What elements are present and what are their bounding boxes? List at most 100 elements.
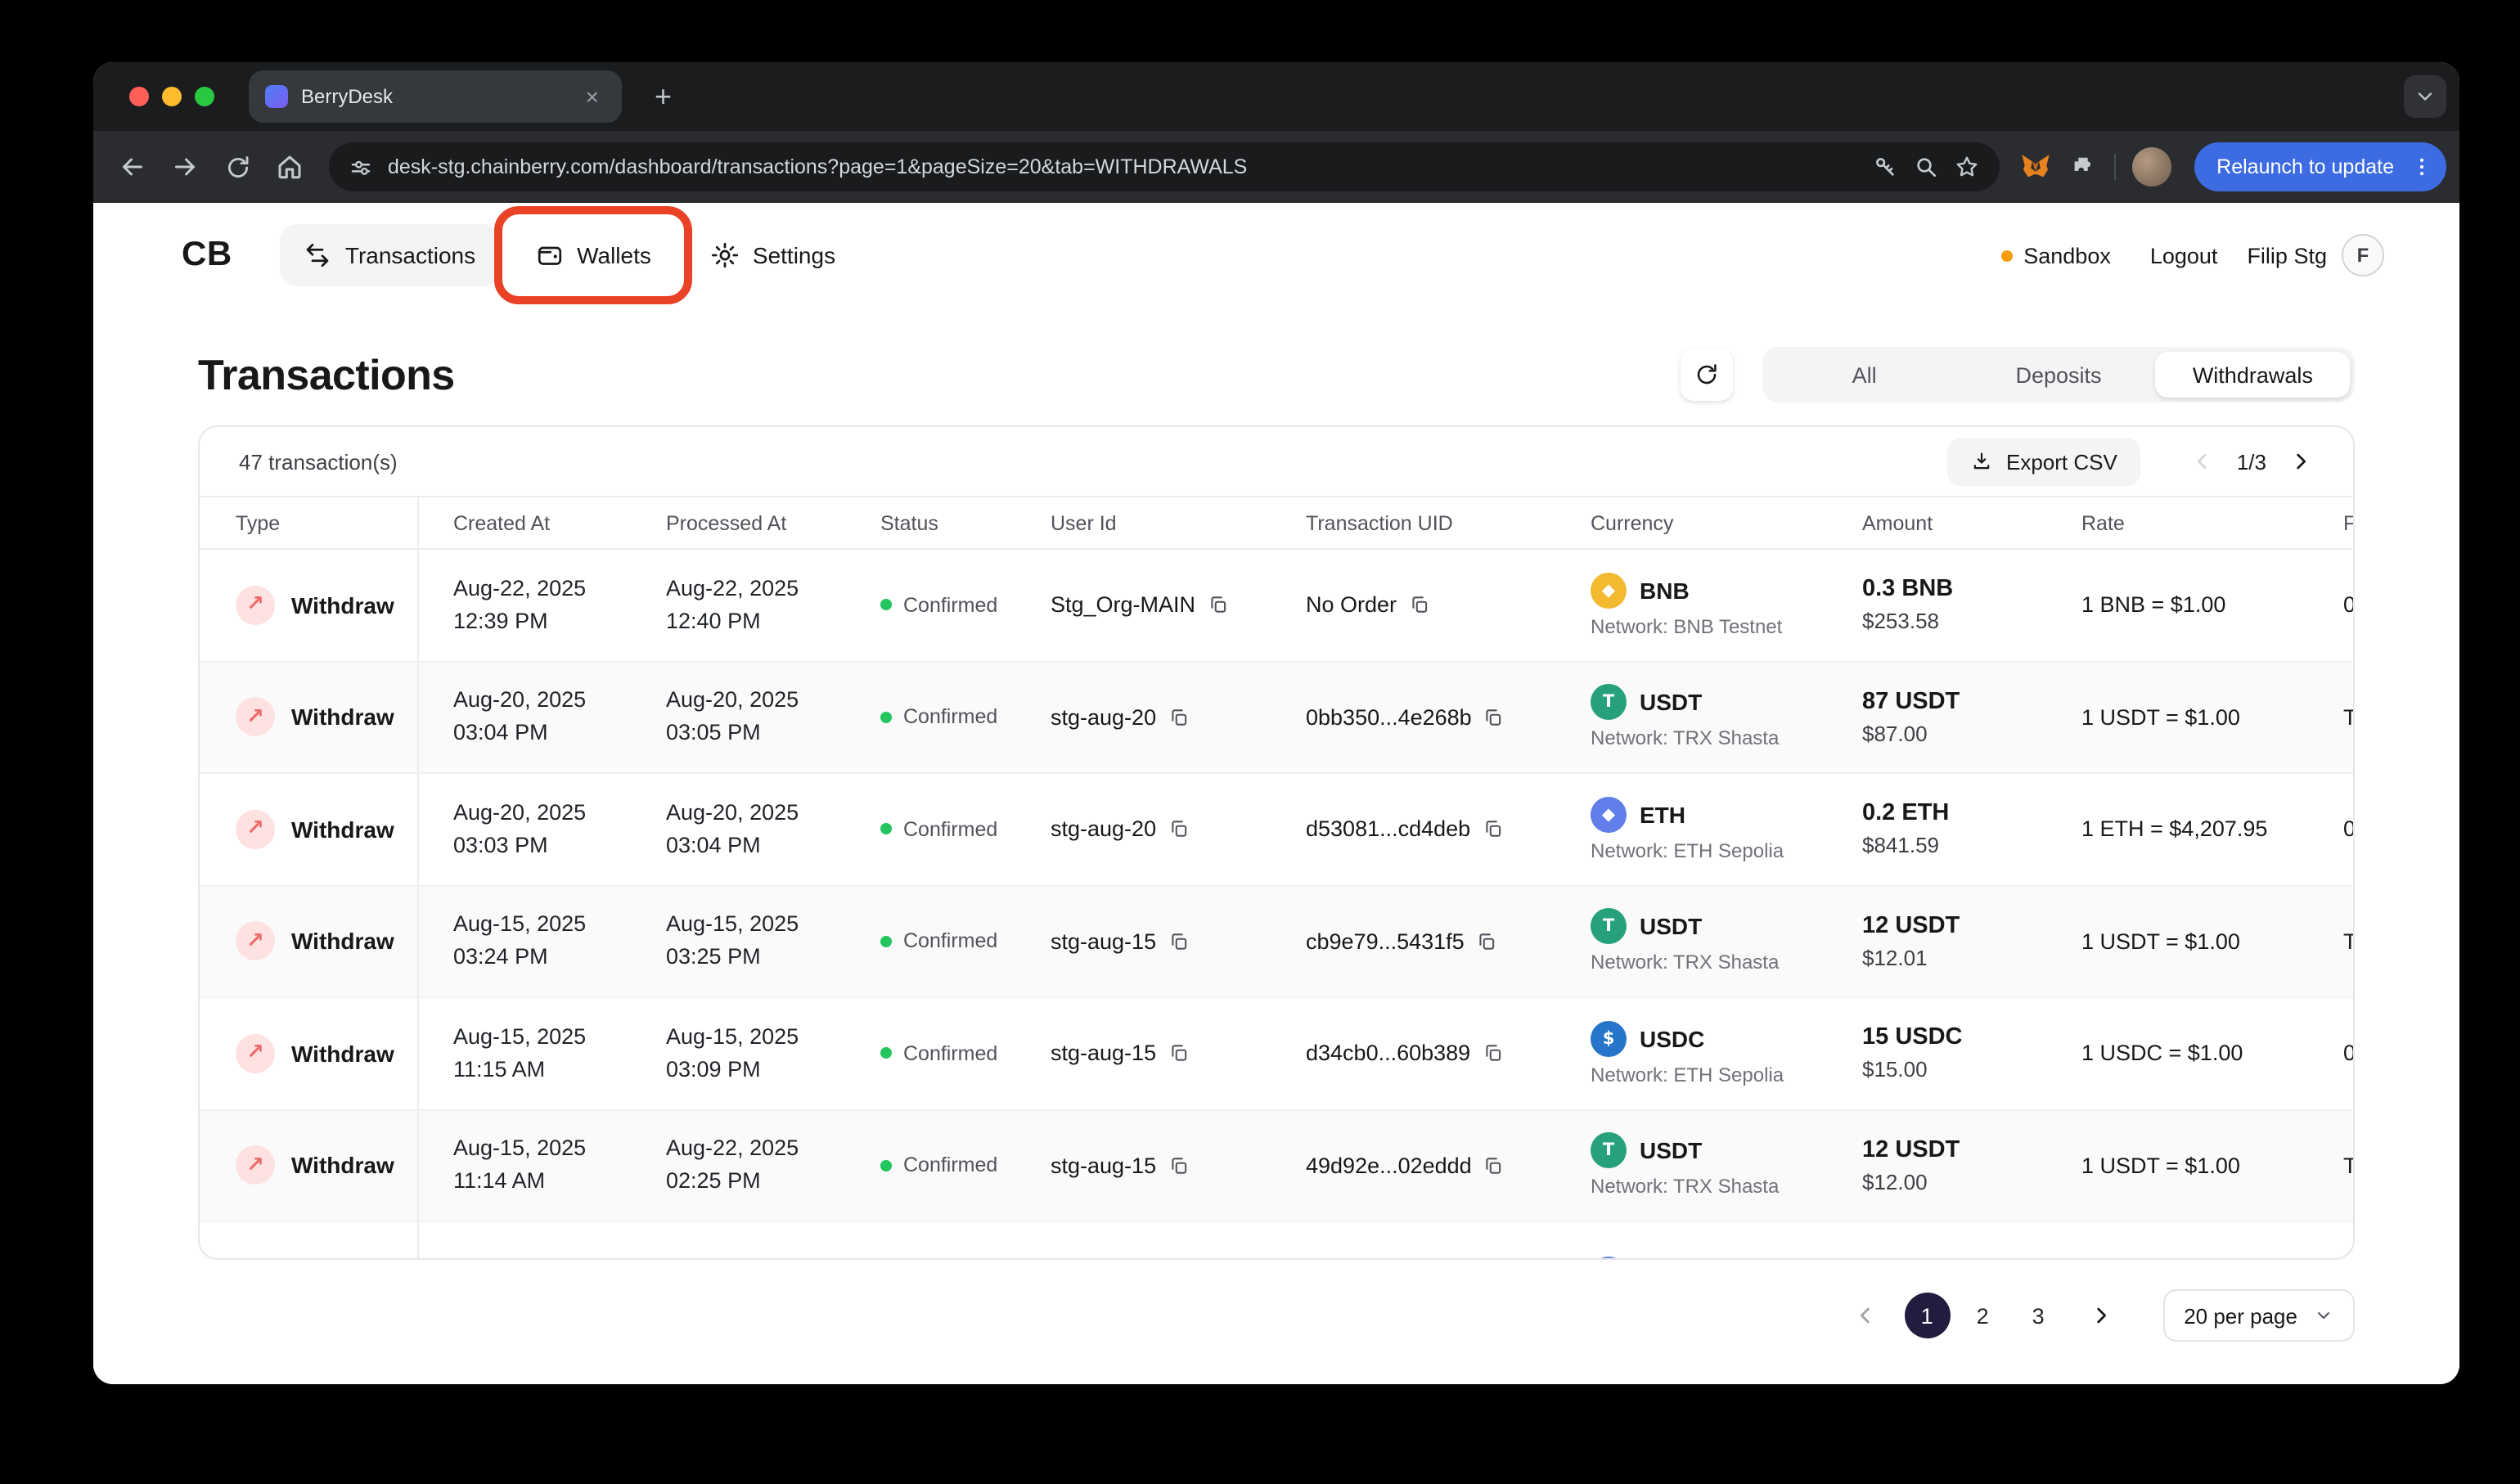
cell-type: ↗ Withdraw (200, 886, 419, 996)
cell-transaction-uid: cb9e79...5431f5 (1271, 886, 1556, 996)
cell-currency: ◆ ETH Network: ETH Sepolia (1556, 774, 1828, 884)
cell-created-at: Aug-15, 2025 11:14 AM (453, 1135, 587, 1194)
pager-prev-icon[interactable] (2189, 448, 2216, 474)
app-logo[interactable]: CB (182, 236, 232, 275)
status-dot-icon (880, 1047, 892, 1059)
copy-icon[interactable] (1476, 931, 1497, 952)
page-size-value: 20 per page (2184, 1303, 2297, 1328)
page-size-select[interactable]: 20 per page (2162, 1289, 2355, 1342)
col-header-processed: Processed At (666, 511, 787, 534)
logout-link[interactable]: Logout (2150, 243, 2218, 268)
status-badge: Confirmed (903, 929, 998, 953)
cell-from: TP (2309, 662, 2353, 772)
page-next-icon[interactable] (2081, 1296, 2120, 1335)
pager-next-icon[interactable] (2288, 448, 2314, 474)
bookmark-star-icon[interactable] (1953, 154, 1979, 180)
tab-all[interactable]: All (1767, 352, 1961, 398)
tab-deposits[interactable]: Deposits (1961, 352, 2155, 398)
status-badge: Confirmed (903, 1041, 998, 1065)
browser-window: BerryDesk × + desk-stg.chainberry.com/da… (93, 62, 2459, 1384)
window-close-button[interactable] (129, 87, 149, 106)
copy-icon[interactable] (1207, 595, 1228, 616)
page-button-2[interactable]: 2 (1960, 1293, 2005, 1338)
copy-icon[interactable] (1483, 1155, 1505, 1176)
relaunch-to-update-button[interactable]: Relaunch to update (2194, 142, 2446, 191)
copy-icon[interactable] (1168, 1043, 1189, 1064)
page-button-1[interactable]: 1 (1904, 1293, 1951, 1338)
cell-type: ↗ Withdraw (200, 662, 419, 772)
table-row: ↗WithdrawAug-15, 2025Aug-20, 2025 ◆ETH0.3… (200, 1222, 2353, 1258)
window-minimize-button[interactable] (162, 87, 182, 106)
cell-processed-at: Aug-20, 2025 (632, 1222, 846, 1258)
tab-withdrawals[interactable]: Withdrawals (2155, 352, 2351, 398)
cell-status: Confirmed (846, 550, 1016, 660)
wallet-icon (538, 246, 561, 265)
extensions-puzzle-icon[interactable] (2068, 152, 2097, 182)
transactions-filter-tabs: All Deposits Withdrawals (1762, 347, 2355, 402)
copy-icon[interactable] (1168, 1155, 1189, 1176)
gear-icon (711, 242, 738, 268)
cell-rate: 1 USDT = $1.00 (2081, 929, 2240, 954)
refresh-button[interactable] (1681, 349, 1733, 401)
reload-button[interactable] (211, 141, 263, 193)
copy-icon[interactable] (1168, 931, 1189, 952)
cell-transaction-uid: d34cb0...60b389 (1271, 998, 1556, 1109)
currency-coin-icon: ◆ (1591, 1256, 1627, 1258)
table-row: ↗ Withdraw Aug-15, 2025 11:15 AM Aug-15, 202… (200, 998, 2353, 1110)
cell-processed-at: Aug-20, 2025 03:04 PM (666, 799, 799, 857)
back-button[interactable] (106, 141, 159, 193)
tab-search-button[interactable] (2404, 75, 2446, 118)
new-tab-button[interactable]: + (645, 79, 682, 114)
type-label: Withdraw (291, 704, 394, 731)
avatar[interactable]: F (2342, 234, 2384, 277)
currency-symbol: USDC (1640, 1025, 1705, 1052)
cell-processed-at: Aug-15, 2025 03:25 PM (666, 911, 799, 969)
withdraw-arrow-icon: ↗ (236, 585, 275, 625)
cell-amount: 0.3 BNB $253.58 (1862, 576, 1954, 634)
tab-close-icon[interactable]: × (579, 82, 605, 111)
copy-icon[interactable] (1168, 819, 1189, 840)
address-bar[interactable]: desk-stg.chainberry.com/dashboard/transa… (329, 142, 2000, 191)
export-csv-button[interactable]: Export CSV (1947, 438, 2140, 485)
copy-icon[interactable] (1408, 595, 1429, 616)
cell-user-id: stg-aug-20 (1016, 774, 1271, 884)
cell-type: ↗ Withdraw (200, 550, 419, 660)
browser-profile-avatar[interactable] (2131, 147, 2171, 187)
back-icon (123, 158, 142, 176)
cell-processed-at: Aug-22, 2025 12:40 PM (666, 575, 799, 633)
metamask-extension-icon[interactable] (2018, 151, 2051, 183)
sandbox-dot-icon (2000, 250, 2013, 261)
nav-item-settings[interactable]: Settings (687, 224, 858, 286)
cell-status: Confirmed (846, 662, 1016, 772)
cell-currency: T USDT Network: TRX Shasta (1556, 886, 1828, 996)
cell-rate: 1 ETH = $4,207.95 (2081, 816, 2268, 842)
nav-item-wallets[interactable]: Wallets (493, 206, 692, 304)
forward-button[interactable] (159, 141, 211, 193)
search-lens-icon[interactable] (1912, 154, 1938, 180)
nav-item-transactions[interactable]: Transactions (279, 224, 499, 286)
cell-amount: 0.35501 ETH (1828, 1222, 2047, 1258)
copy-icon[interactable] (1482, 1043, 1503, 1064)
browser-tab[interactable]: BerryDesk × (249, 70, 622, 123)
cell-rate (2047, 1222, 2309, 1258)
copy-icon[interactable] (1168, 707, 1189, 728)
currency-coin-icon: T (1591, 908, 1627, 945)
cell-user-id: stg-aug-15 (1016, 998, 1271, 1109)
cell-amount: 87 USDT $87.00 (1862, 688, 1960, 746)
col-header-currency: Currency (1591, 511, 1674, 534)
home-button[interactable] (263, 141, 316, 193)
cell-created-at: Aug-15, 2025 (419, 1222, 632, 1258)
header-right: Sandbox Logout Filip Stg F (2000, 234, 2384, 277)
browser-menu-kebab-icon[interactable] (2410, 154, 2433, 180)
window-zoom-button[interactable] (195, 87, 214, 106)
password-key-icon[interactable] (1871, 154, 1897, 180)
site-settings-icon (351, 160, 371, 174)
copy-icon[interactable] (1483, 707, 1505, 728)
page-button-3[interactable]: 3 (2015, 1293, 2061, 1338)
status-dot-icon (880, 823, 892, 835)
page-prev-icon[interactable] (1845, 1296, 1884, 1335)
url-text[interactable]: desk-stg.chainberry.com/dashboard/transa… (388, 155, 1856, 178)
main-content: Transactions All Deposits Withdrawals 47… (93, 347, 2459, 1342)
page-title: Transactions (198, 349, 455, 398)
copy-icon[interactable] (1482, 819, 1503, 840)
